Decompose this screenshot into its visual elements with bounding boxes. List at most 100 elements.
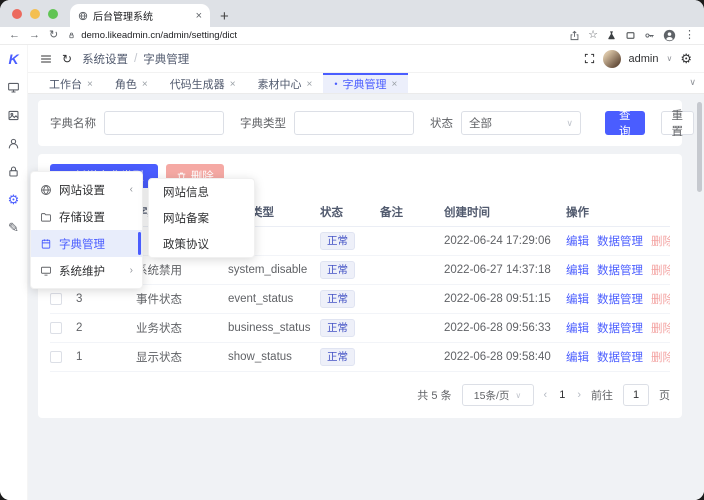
extension-flask-icon[interactable]: [606, 30, 617, 41]
settings-gear-icon[interactable]: ⚙: [680, 52, 692, 65]
tab-close-icon[interactable]: ×: [196, 10, 202, 22]
settings-menu-popup: 网站设置 ‹ 存储设置 字典管理 系统维护 ›: [30, 171, 143, 289]
status-badge: 正常: [320, 319, 355, 337]
nav-user-icon[interactable]: [0, 129, 27, 157]
delete-link[interactable]: 删除: [651, 265, 670, 277]
tab-material-center[interactable]: 素材中心 ×: [247, 73, 324, 93]
pagination: 共 5 条 15条/页 ∨ ‹ 1 › 前往 页: [50, 372, 670, 406]
menu-item-storage-settings[interactable]: 存储设置: [31, 203, 142, 230]
chevron-left-icon: ‹: [130, 184, 133, 195]
data-manage-link[interactable]: 数据管理: [597, 265, 643, 277]
edit-link[interactable]: 编辑: [566, 236, 589, 248]
tab-close-icon[interactable]: ×: [307, 79, 313, 90]
close-window-button[interactable]: [12, 9, 22, 19]
menu-item-website-settings[interactable]: 网站设置 ‹: [31, 176, 142, 203]
tab-code-generator[interactable]: 代码生成器 ×: [159, 73, 247, 93]
lock-icon: [67, 31, 76, 40]
delete-link[interactable]: 删除: [651, 352, 670, 364]
tab-close-icon[interactable]: ×: [392, 79, 398, 90]
zoom-window-button[interactable]: [48, 9, 58, 19]
profile-avatar-icon[interactable]: [663, 29, 676, 42]
extension-window-icon[interactable]: [625, 30, 636, 41]
submenu-item-website-record[interactable]: 网站备案: [149, 205, 254, 231]
delete-link[interactable]: 删除: [651, 294, 670, 306]
pencil-glyph: ✎: [8, 221, 19, 234]
dict-type-input[interactable]: [294, 111, 414, 135]
cell-type: business_status: [228, 314, 320, 343]
chevron-right-icon: ›: [130, 265, 133, 276]
row-checkbox[interactable]: [50, 293, 62, 305]
status-badge: 正常: [320, 290, 355, 308]
menu-item-label: 系统维护: [59, 263, 105, 279]
reload-icon[interactable]: ↻: [49, 30, 58, 41]
goto-page-input[interactable]: [623, 384, 649, 406]
browser-tabstrip: 后台管理系统 × +: [0, 0, 704, 27]
tab-role[interactable]: 角色 ×: [104, 73, 159, 93]
password-key-icon[interactable]: [644, 30, 655, 41]
nav-devtools-pencil-icon[interactable]: ✎: [0, 213, 27, 241]
delete-link[interactable]: 删除: [651, 236, 670, 248]
gear-glyph: ⚙: [8, 193, 20, 206]
table-row: 3 事件状态 event_status 正常 2022-06-28 09:51:…: [50, 285, 670, 314]
scrollbar-thumb[interactable]: [697, 102, 702, 192]
share-icon[interactable]: [569, 30, 580, 41]
submenu-item-website-info[interactable]: 网站信息: [149, 179, 254, 205]
new-tab-button[interactable]: +: [220, 9, 229, 24]
dict-type-field: 字典类型: [240, 111, 414, 135]
menu-item-system-maintain[interactable]: 系统维护 ›: [31, 257, 142, 284]
cell-created: 2022-06-28 09:56:33: [444, 314, 566, 343]
status-badge: 正常: [320, 348, 355, 366]
fullscreen-icon[interactable]: [584, 53, 595, 64]
user-chevron-down-icon[interactable]: ∨: [666, 54, 672, 63]
bookmark-star-icon[interactable]: ☆: [588, 30, 598, 41]
reset-button[interactable]: 重置: [661, 111, 695, 135]
dict-name-input[interactable]: [104, 111, 224, 135]
address-bar[interactable]: demo.likeadmin.cn/admin/setting/dict: [67, 30, 560, 41]
browser-tab[interactable]: 后台管理系统 ×: [70, 4, 210, 27]
tabbar-chevron-down-icon[interactable]: ∨: [689, 77, 696, 88]
tab-close-icon[interactable]: ×: [142, 79, 148, 90]
tab-close-icon[interactable]: ×: [87, 79, 93, 90]
pagination-total: 共 5 条: [417, 387, 451, 403]
nav-material-icon[interactable]: [0, 101, 27, 129]
status-label: 状态: [430, 115, 453, 131]
page-size-select[interactable]: 15条/页 ∨: [462, 384, 534, 406]
tab-label: 工作台: [49, 76, 82, 92]
chevron-down-icon: ∨: [566, 118, 573, 129]
submenu-item-policy-agreement[interactable]: 政策协议: [149, 231, 254, 257]
back-icon[interactable]: ←: [9, 30, 20, 41]
data-manage-link[interactable]: 数据管理: [597, 294, 643, 306]
current-page[interactable]: 1: [557, 389, 567, 401]
nav-workbench-icon[interactable]: [0, 73, 27, 101]
minimize-window-button[interactable]: [30, 9, 40, 19]
edit-link[interactable]: 编辑: [566, 265, 589, 277]
prev-page-icon[interactable]: ‹: [544, 389, 548, 401]
data-manage-link[interactable]: 数据管理: [597, 236, 643, 248]
user-avatar[interactable]: [603, 50, 621, 68]
tab-workbench[interactable]: 工作台 ×: [38, 73, 104, 93]
edit-link[interactable]: 编辑: [566, 323, 589, 335]
search-card: 字典名称 字典类型 状态 全部 ∨ 查询: [38, 100, 682, 146]
row-checkbox[interactable]: [50, 322, 62, 334]
edit-link[interactable]: 编辑: [566, 352, 589, 364]
tab-close-icon[interactable]: ×: [230, 79, 236, 90]
row-checkbox[interactable]: [50, 351, 62, 363]
chrome-menu-icon[interactable]: ⋮: [684, 30, 695, 41]
edit-link[interactable]: 编辑: [566, 294, 589, 306]
tab-dict-manage[interactable]: • 字典管理 ×: [323, 73, 408, 93]
hamburger-icon[interactable]: [40, 53, 52, 65]
cell-name: 业务状态: [136, 314, 228, 343]
username[interactable]: admin: [629, 53, 659, 65]
delete-link[interactable]: 删除: [651, 323, 670, 335]
query-button[interactable]: 查询: [605, 111, 645, 135]
nav-settings-gear-icon[interactable]: ⚙: [0, 185, 27, 213]
forward-icon[interactable]: →: [29, 30, 40, 41]
next-page-icon[interactable]: ›: [577, 389, 581, 401]
status-select[interactable]: 全部 ∨: [461, 111, 581, 135]
browser-tab-title: 后台管理系统: [93, 8, 191, 23]
menu-item-dict-manage[interactable]: 字典管理: [31, 230, 142, 257]
nav-permission-lock-icon[interactable]: [0, 157, 27, 185]
data-manage-link[interactable]: 数据管理: [597, 323, 643, 335]
refresh-icon[interactable]: ↻: [62, 53, 72, 65]
data-manage-link[interactable]: 数据管理: [597, 352, 643, 364]
